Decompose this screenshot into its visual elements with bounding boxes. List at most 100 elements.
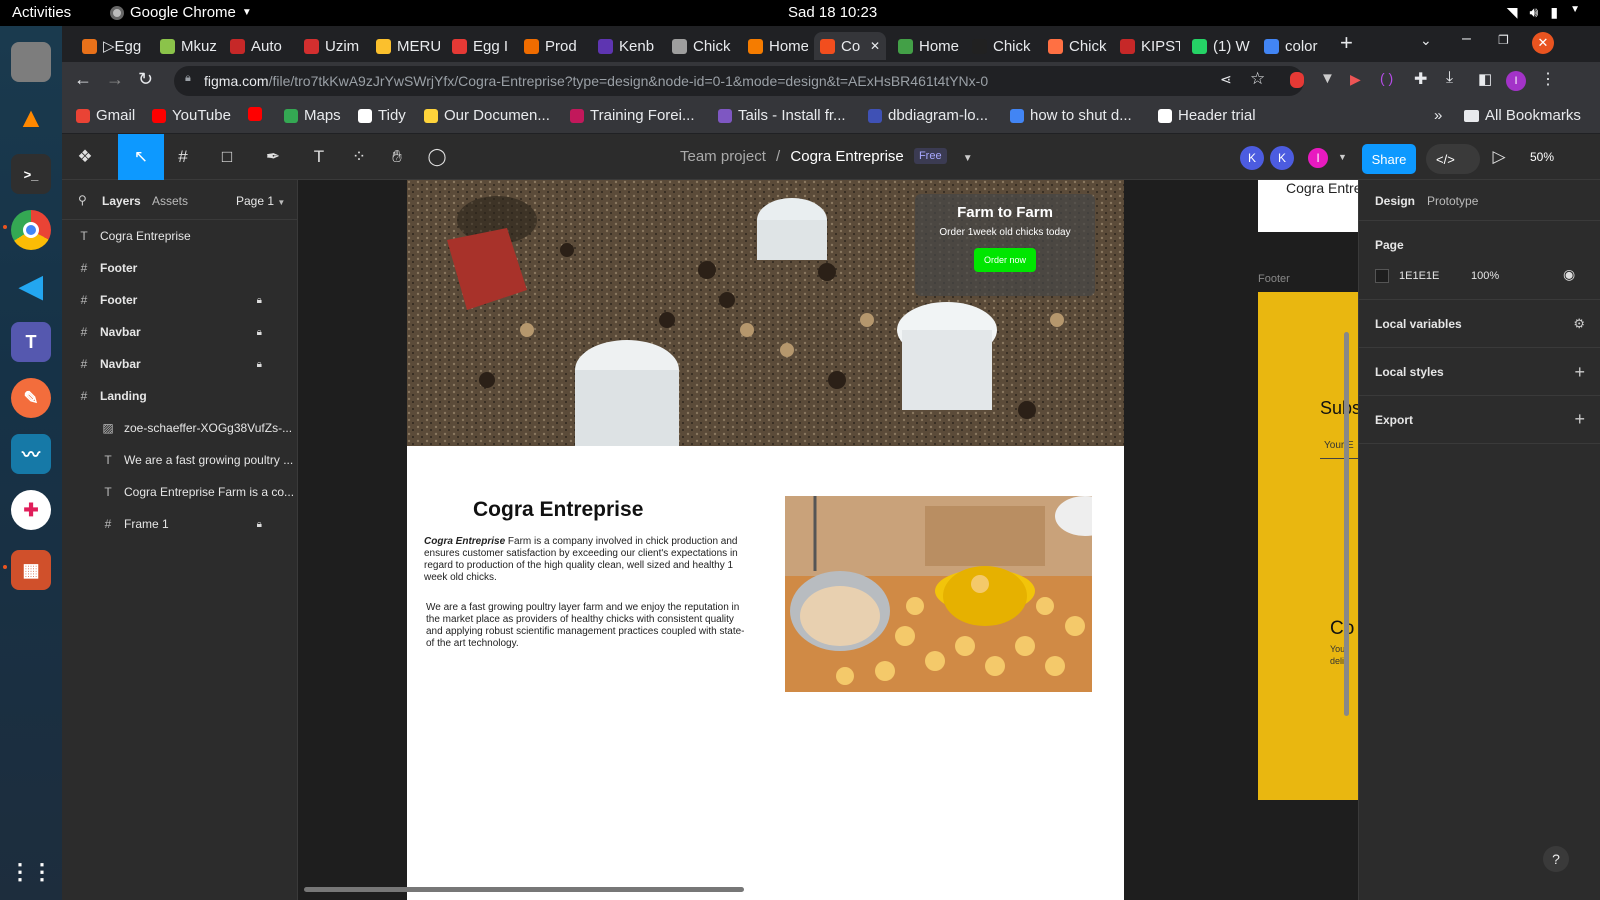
lock-icon[interactable]: 🔒︎ (257, 519, 262, 530)
lock-icon[interactable]: 🔒︎ (257, 295, 262, 306)
layer-row[interactable]: # Navbar 🔒︎ (62, 316, 298, 348)
bookmark-item[interactable]: Maps (284, 107, 341, 124)
extension-video-icon[interactable]: ▶ (1350, 71, 1361, 88)
page-color-swatch[interactable] (1375, 269, 1389, 283)
bookmark-item[interactable]: Training Forei... (570, 107, 694, 124)
shape-tool-icon[interactable]: □ (214, 144, 240, 170)
minimize-icon[interactable]: – (1462, 30, 1471, 48)
bookmark-star-icon[interactable]: ☆ (1250, 69, 1265, 89)
activities-button[interactable]: Activities (12, 4, 71, 21)
export-section[interactable]: Export + (1359, 395, 1600, 444)
page-selector[interactable]: Page 1 ▼ (236, 194, 285, 208)
lock-icon[interactable]: 🔒︎ (257, 359, 262, 370)
crumb-file[interactable]: Cogra Entreprise (790, 148, 903, 165)
browser-tab[interactable]: Co ✕ (814, 32, 886, 60)
text-tool-icon[interactable]: T (306, 144, 332, 170)
url-field[interactable]: 🔒︎ figma.com/file/tro7tkKwA9zJrYwSWrjYfx… (174, 66, 1304, 96)
share-button[interactable]: Share (1362, 144, 1416, 174)
browser-tab[interactable]: KIPST (1114, 32, 1180, 60)
layer-row[interactable]: ▨ zoe-schaeffer-XOGg38VufZs-... (62, 412, 298, 444)
frame-tool-icon[interactable]: # (170, 144, 196, 170)
bookmark-item[interactable]: Header trial (1158, 107, 1256, 124)
horizontal-scrollbar[interactable] (304, 887, 744, 892)
tab-layers[interactable]: Layers (102, 194, 141, 208)
back-icon[interactable]: ← (74, 69, 92, 90)
pen-tool-icon[interactable]: ✒ (260, 144, 286, 170)
bookmark-item[interactable]: how to shut d... (1010, 107, 1132, 124)
profile-avatar[interactable]: I (1506, 71, 1526, 91)
teams-app-icon[interactable]: T (11, 322, 51, 362)
tab-search-icon[interactable]: ⌄ (1420, 32, 1432, 49)
tab-design[interactable]: Design (1375, 194, 1415, 208)
browser-tab[interactable]: Egg I (446, 32, 512, 60)
browser-tab[interactable]: Auto (224, 32, 292, 60)
page-color-value[interactable]: 1E1E1E (1399, 270, 1439, 282)
terminal-app-icon[interactable]: >_ (11, 154, 51, 194)
landing-frame[interactable]: Farm to Farm Order 1week old chicks toda… (407, 180, 1124, 900)
local-variables-section[interactable]: Local variables ⚙ (1359, 299, 1600, 348)
bookmark-item[interactable]: YouTube (152, 107, 231, 124)
browser-tab[interactable]: Kenb (592, 32, 660, 60)
impress-app-icon[interactable]: ▦ (11, 550, 51, 590)
about-paragraph[interactable]: We are a fast growing poultry layer farm… (426, 602, 746, 650)
add-style-icon[interactable]: + (1574, 362, 1585, 383)
avatar[interactable]: K (1270, 146, 1294, 170)
new-tab-button[interactable]: + (1340, 30, 1353, 56)
resources-icon[interactable]: ⁘ (346, 144, 372, 170)
download-icon[interactable]: ⤓ (1446, 69, 1453, 87)
side-panel-icon[interactable]: ◧ (1478, 70, 1492, 88)
wireshark-app-icon[interactable]: 〰 (11, 434, 51, 474)
browser-tab[interactable]: Chick (966, 32, 1036, 60)
layer-row[interactable]: # Navbar 🔒︎ (62, 348, 298, 380)
share-page-icon[interactable]: ⋖ (1220, 71, 1232, 88)
search-icon[interactable]: ⚲ (78, 193, 87, 207)
reload-icon[interactable]: ↻ (138, 69, 153, 90)
chevron-down-icon[interactable]: ▼ (1338, 152, 1347, 162)
extension-v-icon[interactable]: ▼ (1320, 70, 1335, 87)
browser-tab[interactable]: Home (742, 32, 808, 60)
layer-row[interactable]: T Cogra Entreprise Farm is a co... (62, 476, 298, 508)
browser-tab[interactable]: Prod (518, 32, 586, 60)
layer-row[interactable]: # Frame 1 🔒︎ (62, 508, 298, 540)
comment-tool-icon[interactable]: ◯ (424, 144, 450, 170)
dev-mode-toggle[interactable]: </> (1426, 144, 1480, 174)
layer-row[interactable]: # Footer (62, 252, 298, 284)
browser-tab[interactable]: Chick (1042, 32, 1108, 60)
extensions-puzzle-icon[interactable]: ✚ (1414, 69, 1427, 89)
avatar[interactable]: K (1240, 146, 1264, 170)
close-tab-icon[interactable]: ✕ (870, 39, 880, 53)
system-tray[interactable]: ◥ 🔊︎ ▮ ▼ (1507, 4, 1580, 21)
browser-tab[interactable]: Mkuz (154, 32, 218, 60)
forward-icon[interactable]: → (106, 69, 124, 90)
close-window-icon[interactable]: ✕ (1532, 32, 1554, 54)
bookmark-item[interactable] (248, 107, 268, 121)
tab-prototype[interactable]: Prototype (1427, 194, 1478, 208)
footer-frame[interactable]: Subs Your E Co Your delic (1258, 292, 1358, 800)
variables-settings-icon[interactable]: ⚙ (1573, 316, 1585, 332)
zoom-level[interactable]: 50% (1530, 150, 1554, 164)
present-icon[interactable]: ▷ (1486, 144, 1512, 170)
move-tool-icon[interactable]: ↖ (118, 134, 164, 180)
browser-tab[interactable]: Home (892, 32, 960, 60)
bookmark-item[interactable]: Our Documen... (424, 107, 550, 124)
add-export-icon[interactable]: + (1574, 409, 1585, 430)
browser-tab[interactable]: Uzim (298, 32, 364, 60)
vlc-app-icon[interactable]: ▲ (11, 98, 51, 138)
extension-red-icon[interactable] (1290, 72, 1304, 88)
browser-tab[interactable]: (1) W (1186, 32, 1252, 60)
browser-tab[interactable]: Chick (666, 32, 736, 60)
chrome-app-icon[interactable] (11, 210, 51, 250)
side-frame-top[interactable]: Cogra Entre (1258, 180, 1358, 232)
browser-tab[interactable]: ▷Egg (76, 32, 144, 60)
design-canvas[interactable]: Farm to Farm Order 1week old chicks toda… (298, 180, 1358, 900)
layer-row[interactable]: T Cogra Entreprise (62, 220, 298, 252)
bookmark-item[interactable]: dbdiagram-lo... (868, 107, 988, 124)
layer-row[interactable]: # Footer 🔒︎ (62, 284, 298, 316)
all-bookmarks-button[interactable]: All Bookmarks (1464, 107, 1581, 124)
scrollbar[interactable] (1344, 332, 1349, 716)
footer-frame-label[interactable]: Footer (1258, 273, 1290, 285)
lock-icon[interactable]: 🔒︎ (257, 327, 262, 338)
bookmark-item[interactable]: Tidy (358, 107, 406, 124)
hero-image[interactable]: Farm to Farm Order 1week old chicks toda… (407, 180, 1124, 446)
slack-app-icon[interactable]: ✚ (11, 490, 51, 530)
